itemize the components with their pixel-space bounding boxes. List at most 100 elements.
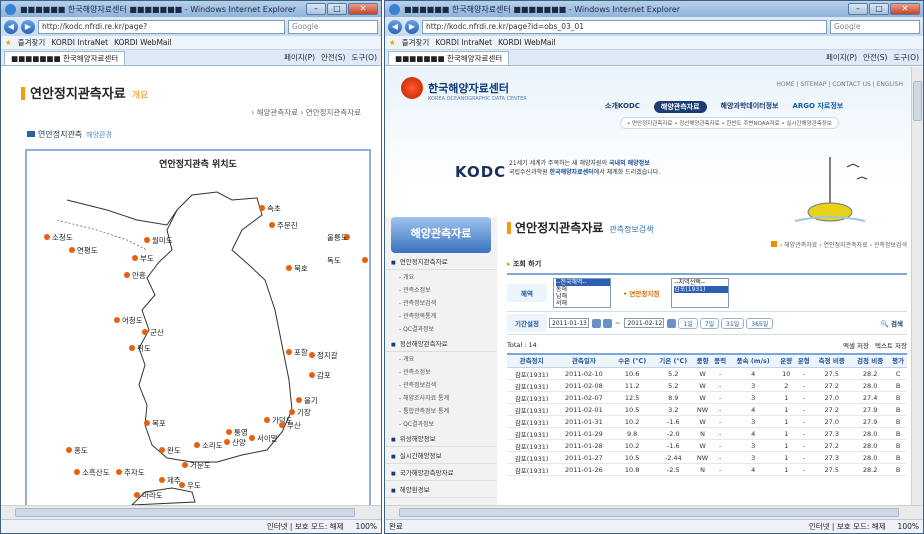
- column-header[interactable]: 운량: [777, 353, 796, 368]
- nav-science-data[interactable]: 해양과학데이터정보: [721, 101, 779, 113]
- fav-intranet-link[interactable]: KORDI IntraNet: [435, 38, 492, 47]
- zoom-level[interactable]: 100%: [356, 522, 377, 531]
- url-input[interactable]: http://kodc.nfrdi.re.kr/page?: [38, 19, 285, 34]
- sidebar-subitem[interactable]: 관측정보검색: [385, 378, 497, 391]
- station-dot[interactable]: [129, 345, 135, 351]
- sidebar-subitem[interactable]: 개요: [385, 270, 497, 283]
- browser-tab[interactable]: ■■■■■■■ 한국해양자료센터: [4, 50, 126, 65]
- back-button[interactable]: ◀: [4, 19, 18, 34]
- sidebar-item[interactable]: 해양환경보: [385, 481, 497, 498]
- column-header[interactable]: 기온 (℃): [652, 353, 694, 368]
- top-links[interactable]: HOME | SITEMAP | CONTACT US | ENGLISH: [776, 81, 903, 88]
- select-option[interactable]: --전국해역--: [556, 279, 610, 286]
- date-to-input[interactable]: 2011-02-12: [624, 318, 665, 328]
- station-dot[interactable]: [159, 477, 165, 483]
- station-dot[interactable]: [179, 482, 185, 488]
- station-dot[interactable]: [309, 352, 315, 358]
- station-select[interactable]: --지역선택-- 감포(1931): [671, 278, 730, 308]
- station-dot[interactable]: [142, 329, 148, 335]
- select-option[interactable]: 동해: [556, 286, 610, 293]
- station-dot[interactable]: [159, 447, 165, 453]
- sidebar-subitem[interactable]: 개요: [385, 352, 497, 365]
- column-header[interactable]: 풍속 (m/s): [728, 353, 778, 368]
- nav-argo[interactable]: ARGO 자료정보: [793, 101, 844, 113]
- column-header[interactable]: 관측일자: [556, 353, 612, 368]
- sidebar-subitem[interactable]: QC결과정보: [385, 417, 497, 430]
- back-button[interactable]: ◀: [388, 19, 402, 34]
- fav-intranet-link[interactable]: KORDI IntraNet: [51, 38, 108, 47]
- prev-icon[interactable]: [603, 318, 612, 328]
- column-header[interactable]: 풍향: [693, 353, 712, 368]
- text-save-button[interactable]: 텍스트 저장: [875, 340, 907, 350]
- station-dot[interactable]: [74, 469, 80, 475]
- column-header[interactable]: 검정 비중: [850, 353, 890, 368]
- excel-save-button[interactable]: 엑셀 저장: [843, 340, 869, 350]
- station-dot[interactable]: [362, 257, 368, 263]
- forward-button[interactable]: ▶: [405, 19, 419, 34]
- site-logo[interactable]: 한국해양자료센터 KOREA OCEANOGRAPHIC DATA CENTER: [401, 77, 527, 102]
- close-button[interactable]: ✕: [348, 3, 378, 15]
- sidebar-item[interactable]: 연안정지관측자료: [385, 253, 497, 270]
- tab-environment[interactable]: 해양환경: [86, 131, 112, 139]
- fav-webmail-link[interactable]: KORDI WebMail: [498, 38, 556, 47]
- forward-button[interactable]: ▶: [21, 19, 35, 34]
- sidebar-subitem[interactable]: 관측소정보: [385, 283, 497, 296]
- sidebar-subitem[interactable]: 관측항목통계: [385, 309, 497, 322]
- period-1d-button[interactable]: 1일: [678, 317, 698, 329]
- url-input[interactable]: http://kodc.nfrdi.re.kr/page?id=obs_03_0…: [422, 19, 827, 34]
- sidebar-item[interactable]: 국가해양관측망자료: [385, 464, 497, 481]
- station-dot[interactable]: [134, 492, 140, 498]
- minimize-button[interactable]: –: [306, 3, 326, 15]
- tools-menu[interactable]: 도구(O): [351, 52, 377, 63]
- sidebar-item[interactable]: 정선해양관측자료: [385, 335, 497, 352]
- column-header[interactable]: 평가: [889, 353, 907, 368]
- safety-menu[interactable]: 안전(S): [321, 52, 345, 63]
- horizontal-scrollbar[interactable]: [1, 505, 381, 519]
- station-dot[interactable]: [144, 237, 150, 243]
- station-dot[interactable]: [289, 409, 295, 415]
- nav-intro[interactable]: 소개KODC: [605, 101, 640, 113]
- search-input[interactable]: Google: [830, 19, 920, 34]
- select-option[interactable]: 남해: [556, 293, 610, 300]
- sidebar-subitem[interactable]: 해양조사자료 통계: [385, 391, 497, 404]
- station-dot[interactable]: [114, 317, 120, 323]
- minimize-button[interactable]: –: [848, 3, 868, 15]
- station-dot[interactable]: [286, 265, 292, 271]
- fav-webmail-link[interactable]: KORDI WebMail: [114, 38, 172, 47]
- station-dot[interactable]: [309, 372, 315, 378]
- sidebar-subitem[interactable]: QC결과정보: [385, 322, 497, 335]
- tools-menu[interactable]: 도구(O): [893, 52, 919, 63]
- nav-ocean-data[interactable]: 해양관측자료: [653, 101, 707, 113]
- period-365d-button[interactable]: 365일: [746, 317, 774, 329]
- column-header[interactable]: 풍력: [711, 353, 729, 368]
- station-dot[interactable]: [124, 272, 130, 278]
- zoom-level[interactable]: 100%: [898, 522, 919, 531]
- select-option[interactable]: 서해: [556, 300, 610, 307]
- column-header[interactable]: 측정 비중: [812, 353, 851, 368]
- station-dot[interactable]: [279, 422, 285, 428]
- station-dot[interactable]: [269, 222, 275, 228]
- select-option[interactable]: --지역선택--: [674, 279, 728, 286]
- sidebar-subitem[interactable]: 관측정보검색: [385, 296, 497, 309]
- maximize-button[interactable]: □: [327, 3, 347, 15]
- favorites-link[interactable]: 즐겨찾기: [18, 37, 46, 48]
- browser-tab[interactable]: ■■■■■■■ 한국해양자료센터: [388, 50, 510, 65]
- period-7d-button[interactable]: 7일: [699, 317, 720, 329]
- sea-select[interactable]: --전국해역-- 동해 남해 서해: [553, 278, 611, 308]
- column-header[interactable]: 수온 (℃): [611, 353, 653, 368]
- page-menu[interactable]: 페이지(P): [826, 52, 857, 63]
- sub-nav[interactable]: • 연안정지관측자료 • 정선해양관측자료 • 한반도 주변NOAA자료 • 실…: [620, 117, 839, 129]
- column-header[interactable]: 관측정지: [507, 353, 557, 368]
- search-button[interactable]: 🔍 검색: [881, 318, 903, 328]
- select-option[interactable]: 감포(1931): [674, 286, 729, 293]
- calendar-icon[interactable]: [592, 318, 601, 328]
- sidebar-subitem[interactable]: 관측소정보: [385, 365, 497, 378]
- date-from-input[interactable]: 2011-01-13: [549, 318, 589, 328]
- horizontal-scrollbar[interactable]: [385, 505, 923, 519]
- station-dot[interactable]: [226, 429, 232, 435]
- station-dot[interactable]: [44, 234, 50, 240]
- station-dot[interactable]: [249, 435, 255, 441]
- sidebar-subitem[interactable]: 통합관측정보 통계: [385, 404, 497, 417]
- station-dot[interactable]: [224, 439, 230, 445]
- close-button[interactable]: ✕: [890, 3, 920, 15]
